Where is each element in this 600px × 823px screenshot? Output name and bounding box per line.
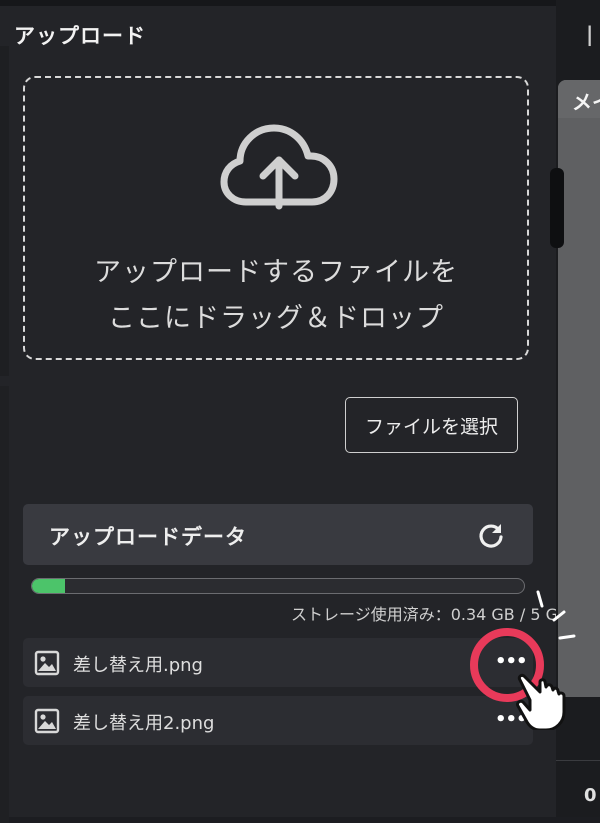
file-name: 差し替え用.png	[73, 655, 203, 676]
uploaded-data-header: アップロードデータ	[23, 504, 533, 565]
annotation-callout	[470, 590, 576, 730]
file-row[interactable]: 差し替え用.png •••	[23, 638, 533, 687]
left-edge	[0, 46, 9, 376]
refresh-icon[interactable]	[477, 521, 505, 549]
select-file-button[interactable]: ファイルを選択	[345, 397, 518, 453]
file-row[interactable]: 差し替え用2.png •••	[23, 696, 533, 745]
left-edge-lower	[0, 386, 9, 823]
sparkle-line	[536, 590, 544, 608]
uploaded-data-title: アップロードデータ	[49, 525, 247, 549]
dropzone[interactable]: アップロードするファイルを ここにドラッグ＆ドロップ	[23, 76, 529, 360]
dropzone-line1: アップロードするファイルを	[94, 257, 458, 288]
image-icon	[34, 708, 60, 734]
preview-header: メイ	[558, 80, 600, 118]
preview-label: メイ	[572, 90, 600, 114]
right-bottom-text: 0	[584, 785, 597, 806]
dropzone-line2: ここにドラッグ＆ドロップ	[108, 303, 444, 334]
image-icon	[34, 650, 60, 676]
sparkle-line	[552, 610, 566, 622]
scrollbar-handle[interactable]	[550, 168, 564, 248]
sparkle-line	[558, 634, 576, 640]
cloud-upload-icon	[220, 124, 338, 210]
storage-progress-bar	[31, 578, 525, 594]
right-tab-text: |	[586, 22, 594, 46]
right-divider	[556, 760, 600, 761]
panel-title: アップロード	[14, 24, 146, 48]
storage-progress-fill	[32, 579, 66, 593]
pointing-hand-icon	[516, 673, 566, 730]
file-name: 差し替え用2.png	[73, 713, 215, 734]
